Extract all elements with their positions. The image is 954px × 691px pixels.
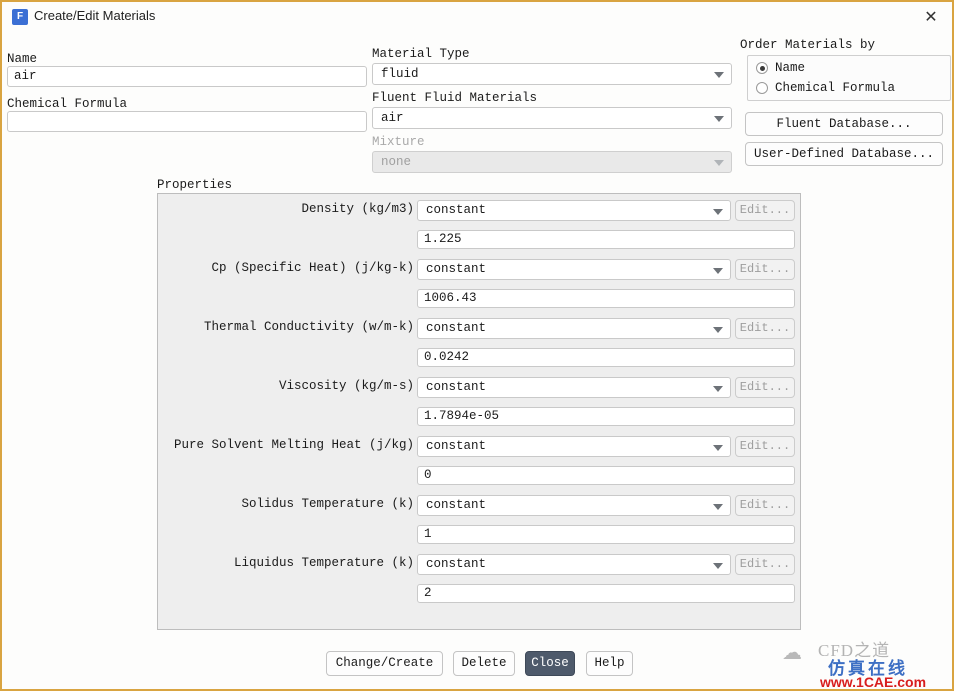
fluent-logo-icon: F [12, 9, 28, 25]
watermark: ☁ CFD之道 仿真在线 www.1CAE.com [780, 630, 952, 690]
order-materials-by-group: Name Chemical Formula [747, 55, 951, 101]
property-method-select[interactable]: constant [417, 377, 731, 398]
chevron-down-icon [713, 444, 723, 451]
property-value-input[interactable]: 2 [417, 584, 795, 603]
property-edit-button[interactable]: Edit... [735, 554, 795, 575]
mixture-select: none [372, 151, 732, 173]
property-value-input[interactable]: 0.0242 [417, 348, 795, 367]
radio-selected-icon [756, 62, 768, 74]
chevron-down-icon [713, 503, 723, 510]
chevron-down-icon [713, 385, 723, 392]
property-value-input[interactable]: 1006.43 [417, 289, 795, 308]
chevron-down-icon [713, 326, 723, 333]
property-method-value: constant [426, 203, 487, 217]
material-type-label: Material Type [372, 47, 470, 61]
property-method-value: constant [426, 380, 487, 394]
mixture-value: none [381, 155, 412, 169]
radio-order-by-chemical-formula[interactable]: Chemical Formula [756, 79, 895, 97]
properties-label: Properties [157, 178, 233, 192]
property-edit-button[interactable]: Edit... [735, 259, 795, 280]
chevron-down-icon [713, 562, 723, 569]
property-method-value: constant [426, 439, 487, 453]
property-method-select[interactable]: constant [417, 554, 731, 575]
property-label: Pure Solvent Melting Heat (j/kg) [173, 438, 414, 452]
radio-order-by-name[interactable]: Name [756, 59, 805, 77]
property-label: Viscosity (kg/m-s) [278, 379, 414, 393]
chevron-down-icon [714, 160, 724, 166]
chevron-down-icon [714, 72, 724, 78]
chevron-down-icon [714, 116, 724, 122]
property-method-select[interactable]: constant [417, 436, 731, 457]
close-icon[interactable]: ✕ [920, 7, 942, 29]
help-button[interactable]: Help [586, 651, 633, 676]
change-create-button[interactable]: Change/Create [326, 651, 443, 676]
property-method-select[interactable]: constant [417, 259, 731, 280]
material-type-value: fluid [381, 67, 419, 81]
property-value-input[interactable]: 1 [417, 525, 795, 544]
chevron-down-icon [713, 208, 723, 215]
property-method-value: constant [426, 262, 487, 276]
fluent-fluid-materials-value: air [381, 111, 404, 125]
name-input[interactable]: air [7, 66, 367, 87]
radio-unselected-icon [756, 82, 768, 94]
property-edit-button[interactable]: Edit... [735, 377, 795, 398]
window-title: Create/Edit Materials [34, 8, 156, 23]
property-label: Solidus Temperature (k) [241, 497, 414, 511]
chevron-down-icon [713, 267, 723, 274]
chemical-formula-label: Chemical Formula [7, 97, 128, 111]
name-label: Name [7, 52, 38, 66]
create-edit-materials-dialog: F Create/Edit Materials ✕ Name air Chemi… [0, 0, 954, 691]
property-method-value: constant [426, 321, 487, 335]
property-edit-button[interactable]: Edit... [735, 436, 795, 457]
user-defined-database-button[interactable]: User-Defined Database... [745, 142, 943, 166]
property-method-value: constant [426, 557, 487, 571]
property-label: Density (kg/m3) [301, 202, 414, 216]
watermark-title: CFD之道 [818, 641, 891, 660]
delete-button[interactable]: Delete [453, 651, 515, 676]
property-edit-button[interactable]: Edit... [735, 495, 795, 516]
radio-order-by-name-label: Name [775, 61, 806, 75]
property-method-value: constant [426, 498, 487, 512]
order-materials-by-label: Order Materials by [740, 38, 876, 52]
watermark-cloud-icon: ☁ [782, 640, 802, 664]
material-type-select[interactable]: fluid [372, 63, 732, 85]
property-method-select[interactable]: constant [417, 495, 731, 516]
fluent-fluid-materials-select[interactable]: air [372, 107, 732, 129]
radio-order-by-chemical-formula-label: Chemical Formula [775, 81, 896, 95]
mixture-label: Mixture [372, 135, 425, 149]
property-edit-button[interactable]: Edit... [735, 200, 795, 221]
property-method-select[interactable]: constant [417, 200, 731, 221]
property-method-select[interactable]: constant [417, 318, 731, 339]
property-label: Cp (Specific Heat) (j/kg-k) [211, 261, 414, 275]
chemical-formula-input[interactable] [7, 111, 367, 132]
watermark-url: www.1CAE.com [820, 674, 927, 690]
fluent-fluid-materials-label: Fluent Fluid Materials [372, 91, 538, 105]
property-value-input[interactable]: 1.225 [417, 230, 795, 249]
title-bar: F Create/Edit Materials ✕ [2, 2, 952, 32]
close-button[interactable]: Close [525, 651, 575, 676]
fluent-database-button[interactable]: Fluent Database... [745, 112, 943, 136]
property-value-input[interactable]: 0 [417, 466, 795, 485]
property-label: Liquidus Temperature (k) [233, 556, 414, 570]
property-value-input[interactable]: 1.7894e-05 [417, 407, 795, 426]
property-label: Thermal Conductivity (w/m-k) [203, 320, 414, 334]
watermark-subtitle: 仿真在线 [828, 659, 908, 679]
property-edit-button[interactable]: Edit... [735, 318, 795, 339]
